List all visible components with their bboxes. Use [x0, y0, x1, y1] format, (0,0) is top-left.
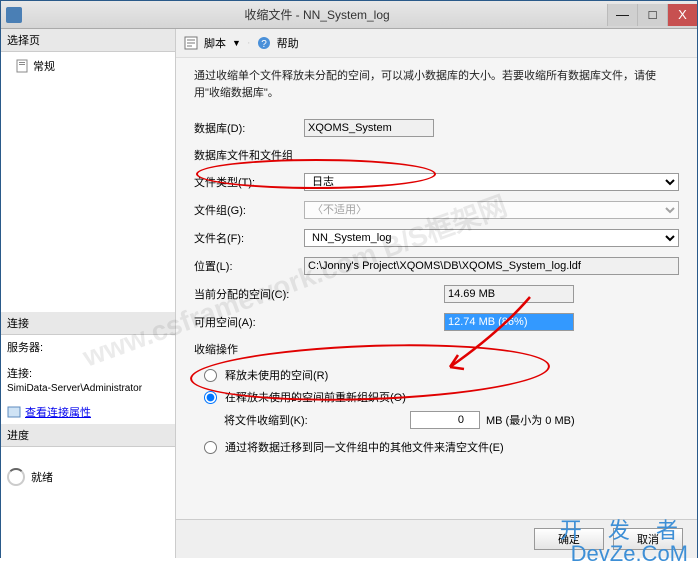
select-page-header: 选择页	[1, 29, 175, 52]
available-field	[444, 313, 574, 331]
window-title: 收缩文件 - NN_System_log	[27, 6, 607, 23]
database-field	[304, 119, 434, 137]
description-text: 通过收缩单个文件释放未分配的空间，可以减小数据库的大小。若要收缩所有数据库文件，…	[194, 68, 679, 101]
right-panel: 脚本 ▼ · ? 帮助 通过收缩单个文件释放未分配的空间，可以减小数据库的大小。…	[176, 29, 697, 558]
files-group-header: 数据库文件和文件组	[194, 147, 679, 163]
svg-text:?: ?	[261, 39, 267, 50]
radio-empty-file[interactable]	[204, 441, 217, 454]
script-button[interactable]: 脚本	[204, 35, 226, 51]
minimize-button[interactable]: —	[607, 4, 637, 26]
filetype-select[interactable]: 日志	[304, 173, 679, 191]
server-label: 服务器:	[7, 339, 169, 355]
close-button[interactable]: X	[667, 4, 697, 26]
conn-label: 连接:	[7, 365, 169, 381]
toolbar: 脚本 ▼ · ? 帮助	[176, 29, 697, 58]
allocated-label: 当前分配的空间(C):	[194, 286, 344, 302]
database-label: 数据库(D):	[194, 120, 304, 136]
titlebar: 收缩文件 - NN_System_log — □ X	[1, 1, 697, 29]
help-button[interactable]: 帮助	[277, 35, 299, 51]
progress-header: 进度	[1, 424, 175, 447]
filename-select[interactable]: NN_System_log	[304, 229, 679, 247]
available-label: 可用空间(A):	[194, 314, 344, 330]
shrink-to-label: 将文件收缩到(K):	[224, 412, 404, 428]
script-dropdown-icon[interactable]: ▼	[232, 38, 241, 48]
app-icon	[6, 7, 22, 23]
page-icon	[15, 59, 29, 73]
view-conn-props[interactable]: 查看连接属性	[7, 404, 169, 420]
radio-release-unused-label: 释放未使用的空间(R)	[225, 367, 328, 383]
help-icon: ?	[257, 36, 271, 50]
filegroup-select: 〈不适用〉	[304, 201, 679, 219]
filename-label: 文件名(F):	[194, 230, 304, 246]
radio-reorganize-label: 在释放未使用的空间前重新组织页(O)	[225, 389, 406, 405]
left-panel: 选择页 常规 连接 服务器: 连接: SimiData-Server\Admin…	[1, 29, 176, 558]
button-bar: 确定 取消	[176, 519, 697, 558]
page-general-label: 常规	[33, 58, 55, 74]
allocated-field	[444, 285, 574, 303]
view-conn-props-label: 查看连接属性	[25, 404, 91, 420]
conn-value: SimiData-Server\Administrator	[7, 383, 169, 394]
filegroup-label: 文件组(G):	[194, 202, 304, 218]
shrink-action-header: 收缩操作	[194, 341, 679, 357]
progress-spinner-icon	[7, 468, 25, 486]
ok-button[interactable]: 确定	[534, 528, 604, 550]
maximize-button[interactable]: □	[637, 4, 667, 26]
connection-header: 连接	[1, 312, 175, 335]
location-label: 位置(L):	[194, 258, 304, 274]
radio-empty-file-label: 通过将数据迁移到同一文件组中的其他文件来清空文件(E)	[225, 439, 504, 455]
page-general[interactable]: 常规	[7, 56, 169, 76]
shrink-to-input[interactable]	[410, 411, 480, 429]
script-icon	[184, 36, 198, 50]
shrink-to-unit: MB (最小为 0 MB)	[486, 412, 575, 428]
progress-status: 就绪	[31, 469, 53, 485]
radio-reorganize[interactable]	[204, 391, 217, 404]
cancel-button[interactable]: 取消	[613, 528, 683, 550]
properties-icon	[7, 405, 21, 419]
location-field	[304, 257, 679, 275]
filetype-label: 文件类型(T):	[194, 174, 304, 190]
radio-release-unused[interactable]	[204, 369, 217, 382]
